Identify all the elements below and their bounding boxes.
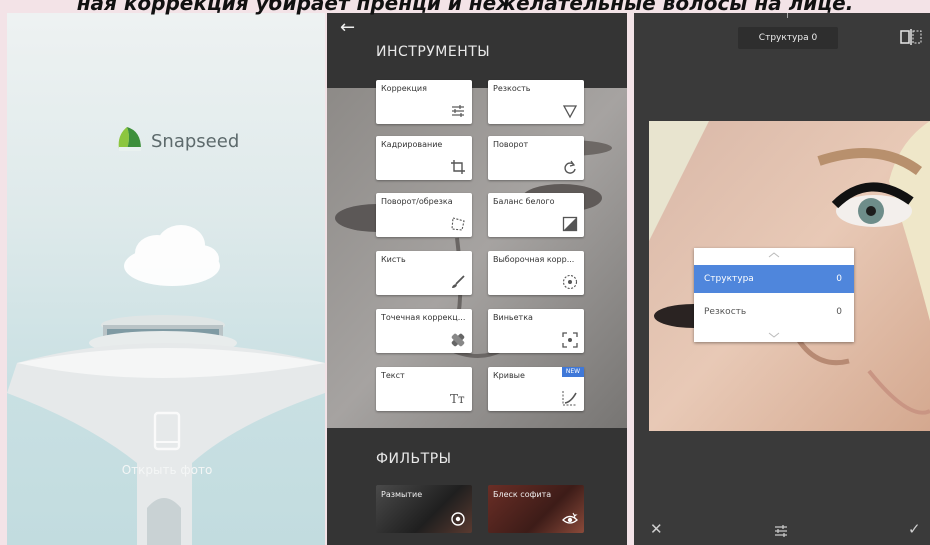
filter-label: Размытие [381,490,423,499]
tool-sharpness[interactable]: Резкость [488,80,584,124]
adjustment-name: Резкость [704,307,747,317]
tools-screen: ← ИНСТРУМЕНТЫ Коррекция Резкость Кадриро… [327,13,627,545]
tool-label: Поворот/обрезка [381,197,453,206]
perspective-icon [451,217,465,231]
tools-section-title: ИНСТРУМЕНТЫ [376,44,491,60]
triangle-icon [562,105,578,119]
tool-label: Кисть [381,255,406,264]
adjustment-option-structure[interactable]: Структура 0 [694,265,854,293]
text-icon: Tт [450,392,465,406]
tool-label: Баланс белого [493,197,555,206]
tune-icon[interactable] [773,523,789,539]
lens-blur-icon [451,512,465,526]
apply-button[interactable]: ✓ [908,520,921,538]
compare-icon[interactable] [900,29,922,45]
snapseed-leaf-icon [118,127,141,151]
page-caption: ная коррекция убирает пренци и нежелател… [76,0,854,15]
cloud-graphic [124,225,220,286]
open-photo-label: Открыть фото [121,463,213,477]
selective-icon [562,274,578,290]
vignette-icon [562,332,578,348]
tool-healing[interactable]: Точечная коррекц... [376,309,472,353]
filter-label: Блеск софита [493,490,552,499]
glamour-glow-icon [562,512,578,524]
filter-lens-blur[interactable]: Размытие [376,485,472,533]
svg-text:Tт: Tт [450,392,465,406]
adjustment-value: 0 [836,274,842,284]
tool-curves[interactable]: Кривые NEW [488,367,584,411]
rotate-icon [564,160,576,174]
brush-icon [452,275,465,288]
chevron-down-icon [768,332,780,338]
white-balance-icon [562,216,578,232]
tool-correction[interactable]: Коррекция [376,80,472,124]
adjustment-name: Структура [704,274,754,284]
tool-crop[interactable]: Кадрирование [376,136,472,180]
tool-label: Текст [381,371,405,380]
snapseed-logo: Snapseed [115,125,255,155]
tool-label: Коррекция [381,84,427,93]
tool-label: Кадрирование [381,140,443,149]
phone-icon [153,411,181,451]
tool-label: Виньетка [493,313,533,322]
app-name: Snapseed [151,131,240,152]
tool-text[interactable]: Текст Tт [376,367,472,411]
filter-glamour-glow[interactable]: Блеск софита [488,485,584,533]
adjustment-option-sharpness[interactable]: Резкость 0 [694,298,854,326]
start-screen: Snapseed Открыть фото [7,13,325,545]
tune-icon [452,105,464,117]
curves-icon [562,391,577,406]
tool-white-balance[interactable]: Баланс белого [488,193,584,237]
tool-perspective[interactable]: Поворот/обрезка [376,193,472,237]
cancel-button[interactable]: ✕ [650,520,663,538]
new-badge: NEW [562,367,584,377]
healing-icon [451,333,465,347]
bottom-toolbar: ✕ ✓ [634,518,930,545]
details-screen: Структура 0 Структура 0 Резкость 0 ✕ ✓ [634,13,930,545]
back-arrow-icon[interactable]: ← [340,17,355,38]
tool-label: Кривые [493,371,525,380]
tool-label: Поворот [493,140,529,149]
adjustment-value: 0 [836,307,842,317]
adjustment-title: Структура 0 [738,27,838,49]
crop-icon [451,160,465,174]
chevron-up-icon [768,252,780,258]
tool-selective[interactable]: Выборочная корр... [488,251,584,295]
tool-label: Точечная коррекц... [381,313,466,322]
tool-vignette[interactable]: Виньетка [488,309,584,353]
adjustment-menu: Структура 0 Резкость 0 [694,248,854,342]
tool-label: Выборочная корр... [493,255,575,264]
tool-brush[interactable]: Кисть [376,251,472,295]
open-photo-button[interactable]: Открыть фото [107,411,227,487]
tool-label: Резкость [493,84,531,93]
filters-section-title: ФИЛЬТРЫ [376,451,452,467]
tool-rotate[interactable]: Поворот [488,136,584,180]
